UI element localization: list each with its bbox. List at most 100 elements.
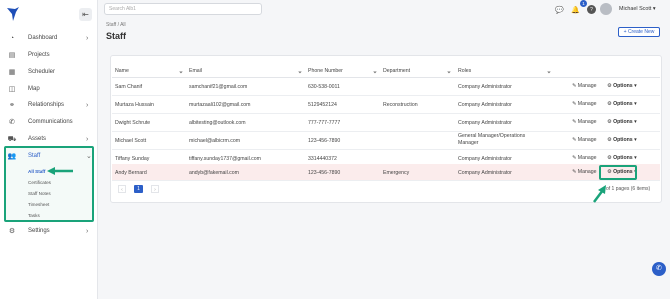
nav-assets[interactable]: ⛟ Assets › bbox=[0, 132, 98, 146]
cell-phone: 123-456-7890 bbox=[308, 170, 341, 176]
manage-label: Manage bbox=[577, 169, 597, 175]
nav-relationships[interactable]: ⚭ Relationships › bbox=[0, 98, 98, 112]
cell-name: Michael Scott bbox=[115, 138, 147, 144]
page-title: Staff bbox=[106, 31, 126, 41]
page-number-button[interactable]: 1 bbox=[134, 185, 143, 193]
user-menu[interactable]: Michael Scott ▾ bbox=[619, 6, 656, 12]
prev-page-button[interactable]: ‹ bbox=[118, 185, 126, 193]
cell-role: Company Administrator bbox=[458, 84, 512, 90]
options-dropdown[interactable]: ⚙ Options ▾ bbox=[607, 101, 637, 107]
sidebar: ⇤ ◔ Dashboard › ▤ Projects ▦ Scheduler ◫… bbox=[0, 0, 98, 299]
manage-label: Manage bbox=[577, 119, 597, 125]
nav-label: Projects bbox=[28, 52, 50, 58]
manage-button[interactable]: ✎ Manage bbox=[572, 119, 597, 125]
chevron-down-icon: ⌄ bbox=[86, 153, 92, 160]
nav-label: Assets bbox=[28, 136, 47, 142]
column-header-name[interactable]: Name bbox=[115, 68, 129, 74]
nav-settings[interactable]: ⚙ Settings › bbox=[0, 224, 98, 238]
cell-role: Company Administrator bbox=[458, 120, 512, 126]
manage-label: Manage bbox=[577, 155, 597, 161]
column-header-email[interactable]: Email bbox=[189, 68, 202, 74]
help-icon[interactable]: ? bbox=[587, 5, 596, 14]
communications-icon: ✆ bbox=[9, 119, 15, 126]
app-logo[interactable] bbox=[6, 6, 20, 22]
sub-timesheet[interactable]: Timesheet bbox=[28, 202, 49, 207]
nav-label: Communications bbox=[28, 119, 73, 125]
map-icon: ◫ bbox=[8, 86, 16, 93]
cell-phone: 5129452124 bbox=[308, 102, 337, 108]
nav-staff[interactable]: 👥 Staff ⌄ bbox=[0, 149, 98, 163]
manage-label: Manage bbox=[577, 137, 597, 143]
projects-icon: ▤ bbox=[8, 52, 16, 59]
cell-email: murtazaali102@gmail.com bbox=[189, 102, 251, 108]
chat-icon[interactable]: 💬 bbox=[555, 5, 564, 14]
nav-label: Staff bbox=[28, 153, 41, 159]
phone-icon[interactable]: ✆ bbox=[652, 262, 666, 276]
nav-dashboard[interactable]: ◔ Dashboard › bbox=[0, 31, 98, 45]
column-header-roles[interactable]: Roles bbox=[458, 68, 471, 74]
cell-name: Sam Chanif bbox=[115, 84, 143, 90]
cell-phone: 3314440372 bbox=[308, 156, 337, 162]
manage-button[interactable]: ✎ Manage bbox=[572, 155, 597, 161]
cell-role: Company Administrator bbox=[458, 102, 512, 108]
collapse-sidebar-button[interactable]: ⇤ bbox=[79, 8, 92, 21]
cell-email: samchanif21@gmail.com bbox=[189, 84, 248, 90]
options-highlight bbox=[599, 165, 637, 180]
bell-icon[interactable]: 🔔 bbox=[571, 5, 580, 14]
sub-staff-notes[interactable]: Staff Notes bbox=[28, 191, 51, 196]
cell-role: Company Administrator bbox=[458, 170, 512, 176]
manage-button[interactable]: ✎ Manage bbox=[572, 169, 597, 175]
manage-button[interactable]: ✎ Manage bbox=[572, 137, 597, 143]
cell-email: andyb@fakemail.com bbox=[189, 170, 239, 176]
filter-icon[interactable]: ⏷ bbox=[298, 70, 302, 76]
chevron-down-icon: ▾ bbox=[652, 6, 656, 12]
dashboard-icon: ◔ bbox=[9, 34, 15, 42]
cell-name: Tiffany Sunday bbox=[115, 156, 150, 162]
nav-communications[interactable]: ✆ Communications bbox=[0, 115, 98, 129]
nav-projects[interactable]: ▤ Projects bbox=[0, 48, 98, 62]
nav-label: Relationships bbox=[28, 102, 65, 108]
relationships-icon: ⚭ bbox=[9, 102, 15, 109]
next-page-button[interactable]: › bbox=[151, 185, 159, 193]
sub-certificates[interactable]: Certificates bbox=[28, 180, 51, 185]
annotation-arrow-icon bbox=[593, 185, 606, 203]
breadcrumb: Staff / All bbox=[106, 22, 126, 28]
nav-scheduler[interactable]: ▦ Scheduler bbox=[0, 65, 98, 79]
cell-name: Andy Bernard bbox=[115, 170, 147, 176]
settings-icon: ⚙ bbox=[8, 228, 16, 235]
nav-label: Dashboard bbox=[28, 35, 58, 41]
filter-icon[interactable]: ⏷ bbox=[547, 70, 551, 76]
sub-tasks[interactable]: Tasks bbox=[28, 213, 40, 218]
filter-icon[interactable]: ⏷ bbox=[373, 70, 377, 76]
options-label: Options ▾ bbox=[613, 83, 637, 89]
options-label: Options ▾ bbox=[613, 119, 637, 125]
chevron-right-icon: › bbox=[86, 101, 89, 109]
options-dropdown[interactable]: ⚙ Options ▾ bbox=[607, 137, 637, 143]
chevron-right-icon: › bbox=[86, 227, 89, 235]
manage-button[interactable]: ✎ Manage bbox=[572, 101, 597, 107]
cell-email: albitesting@outlook.com bbox=[189, 120, 246, 126]
avatar[interactable] bbox=[600, 3, 612, 15]
table-row: Murtaza Hussain murtazaali102@gmail.com … bbox=[112, 96, 660, 114]
nav-map[interactable]: ◫ Map bbox=[0, 82, 98, 96]
cell-name: Dwight Schrute bbox=[115, 120, 151, 126]
nav-label: Map bbox=[28, 86, 40, 92]
cell-phone: 630-538-0011 bbox=[308, 84, 340, 90]
column-header-phone[interactable]: Phone Number bbox=[308, 68, 343, 74]
sub-all-staff[interactable]: All Staff bbox=[28, 169, 45, 174]
cell-role: Company Administrator bbox=[458, 156, 512, 162]
options-dropdown[interactable]: ⚙ Options ▾ bbox=[607, 155, 637, 161]
page-info: of 1 pages (6 items) bbox=[606, 186, 651, 192]
create-new-button[interactable]: + Create New bbox=[618, 27, 660, 37]
manage-button[interactable]: ✎ Manage bbox=[572, 83, 597, 89]
scheduler-icon: ▦ bbox=[8, 69, 16, 76]
column-header-department[interactable]: Department bbox=[383, 68, 410, 74]
filter-icon[interactable]: ⏷ bbox=[447, 70, 451, 76]
annotation-arrow-icon bbox=[47, 167, 73, 175]
table-row: Dwight Schrute albitesting@outlook.com 7… bbox=[112, 114, 660, 132]
options-dropdown[interactable]: ⚙ Options ▾ bbox=[607, 83, 637, 89]
search-input[interactable]: Search Alb1 bbox=[104, 3, 262, 15]
options-dropdown[interactable]: ⚙ Options ▾ bbox=[607, 119, 637, 125]
table-row: Michael Scott michael@albicrm.com 123-45… bbox=[112, 132, 660, 150]
filter-icon[interactable]: ⏷ bbox=[179, 70, 183, 76]
